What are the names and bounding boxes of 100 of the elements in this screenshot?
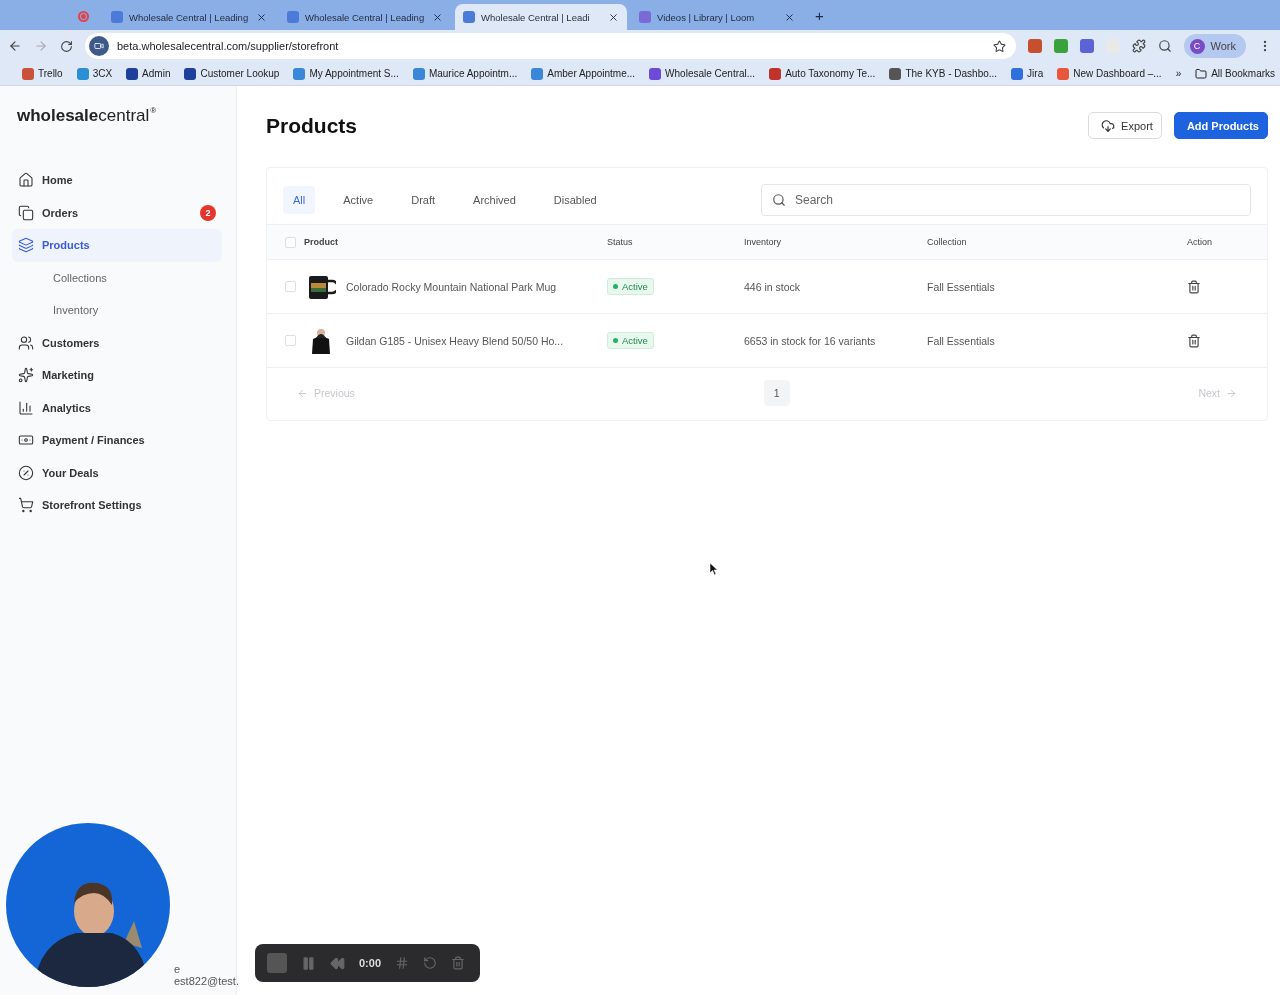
- bookmark[interactable]: New Dashboard –...: [1057, 67, 1162, 80]
- recording-icon: [78, 11, 89, 22]
- new-tab-button[interactable]: +: [815, 7, 824, 24]
- delete-icon[interactable]: [1187, 333, 1201, 348]
- extension-icon[interactable]: [1053, 39, 1068, 53]
- profile-button[interactable]: C Work: [1183, 34, 1246, 58]
- favicon-icon: [126, 67, 139, 80]
- sidebar-item[interactable]: Orders 2: [12, 196, 222, 229]
- bookmark[interactable]: Customer Lookup: [184, 67, 280, 80]
- bookmark[interactable]: Wholesale Central...: [649, 67, 756, 80]
- add-products-button[interactable]: Add Products: [1173, 112, 1268, 139]
- arrow-right-icon: [1226, 387, 1237, 399]
- bookmark[interactable]: Amber Appointme...: [531, 67, 636, 80]
- column-header: Action: [1187, 237, 1212, 247]
- page-title: Products: [266, 113, 358, 138]
- favicon-icon: [184, 67, 197, 80]
- bookmark[interactable]: Trello: [22, 67, 63, 80]
- cursor-icon: [710, 563, 718, 575]
- sidebar-item[interactable]: Marketing: [12, 359, 222, 392]
- camera-icon: [89, 36, 109, 56]
- star-icon[interactable]: [992, 39, 1006, 53]
- pause-icon[interactable]: [301, 955, 316, 971]
- favicon-icon: [463, 11, 475, 23]
- row-checkbox[interactable]: [285, 281, 296, 292]
- sidebar-item[interactable]: Customers: [12, 326, 222, 359]
- bookmark[interactable]: Auto Taxonomy Te...: [769, 67, 876, 80]
- bookmark[interactable]: The KYB - Dashbo...: [889, 67, 998, 80]
- grid-icon[interactable]: [395, 956, 410, 970]
- nav-icon: [18, 464, 34, 481]
- search-field[interactable]: Search: [761, 184, 1251, 216]
- filter-tab[interactable]: Archived: [463, 186, 526, 214]
- close-icon[interactable]: [432, 11, 443, 23]
- browser-tab[interactable]: Wholesale Central | Leading: [279, 4, 451, 30]
- restart-icon[interactable]: [423, 956, 438, 970]
- favicon-icon: [531, 67, 544, 80]
- nav-icon: [18, 334, 34, 351]
- bookmark[interactable]: My Appointment S...: [293, 67, 399, 80]
- favicon-icon: [111, 11, 123, 23]
- tab-title: Videos | Library | Loom: [657, 11, 756, 23]
- filter-tab[interactable]: Active: [333, 186, 384, 214]
- select-all-checkbox[interactable]: [285, 236, 296, 248]
- sidebar-item[interactable]: Payment / Finances: [12, 424, 222, 457]
- close-icon[interactable]: [784, 11, 795, 23]
- close-icon[interactable]: [608, 11, 619, 23]
- filter-tab[interactable]: Disabled: [543, 186, 607, 214]
- all-bookmarks[interactable]: All Bookmarks: [1195, 67, 1276, 80]
- nav-icon: [18, 172, 34, 189]
- sidebar-item[interactable]: Inventory: [12, 294, 222, 327]
- nav-icon: [18, 497, 34, 514]
- browser-tab[interactable]: Videos | Library | Loom: [631, 4, 803, 30]
- tab-title: Wholesale Central | Leading: [129, 11, 250, 23]
- rewind-icon[interactable]: [330, 955, 345, 971]
- nav-icon: [18, 237, 34, 254]
- favicon-icon: [639, 11, 651, 23]
- address-bar[interactable]: beta.wholesalecentral.com/supplier/storefront: [85, 33, 1016, 59]
- extension-icon[interactable]: [1079, 39, 1094, 53]
- table-cell-text: Fall Essentials: [927, 280, 996, 293]
- favicon-icon: [287, 11, 299, 23]
- filter-tab[interactable]: All: [283, 186, 316, 214]
- export-button[interactable]: Export: [1088, 112, 1162, 139]
- favicon-icon: [1011, 67, 1024, 80]
- sidebar-item[interactable]: Collections: [12, 261, 222, 294]
- delete-icon[interactable]: [1187, 279, 1201, 294]
- favicon-icon: [1057, 67, 1070, 80]
- close-icon[interactable]: [256, 11, 267, 23]
- search-icon[interactable]: [1157, 39, 1172, 53]
- favicon-icon: [769, 67, 782, 80]
- logo: wholesalecentral®: [17, 106, 158, 126]
- trash-icon[interactable]: [451, 956, 466, 970]
- sidebar-item[interactable]: Your Deals: [12, 456, 222, 489]
- favicon-icon: [889, 67, 902, 80]
- bookmark[interactable]: 3CX: [76, 67, 113, 80]
- user-name: e: [174, 963, 182, 975]
- sidebar-item[interactable]: Products: [12, 229, 222, 262]
- search-icon: [772, 193, 786, 207]
- favicon-icon: [293, 67, 306, 80]
- sidebar-item[interactable]: Analytics: [12, 391, 222, 424]
- sidebar-item[interactable]: Home: [12, 164, 222, 197]
- folder-icon: [1195, 67, 1208, 80]
- filter-tab[interactable]: Draft: [401, 186, 446, 214]
- bookmark[interactable]: Admin: [126, 67, 171, 80]
- reload-icon[interactable]: [60, 39, 73, 53]
- count-badge: 2: [200, 204, 216, 221]
- column-header: Product: [304, 237, 338, 247]
- bookmark[interactable]: Maurice Appointm...: [412, 67, 518, 80]
- extension-icon[interactable]: [1027, 39, 1042, 53]
- puzzle-icon[interactable]: [1131, 39, 1146, 53]
- nav-icon: [18, 367, 34, 384]
- tab-title: Wholesale Central | Leading: [305, 11, 426, 23]
- sidebar-item[interactable]: Storefront Settings: [12, 489, 222, 522]
- product-name: Colorado Rocky Mountain National Park Mug: [346, 280, 557, 293]
- row-checkbox[interactable]: [285, 335, 296, 346]
- page-button[interactable]: 1: [763, 380, 790, 406]
- status-badge: Active: [607, 332, 654, 349]
- browser-tab[interactable]: Wholesale Central | Leading: [103, 4, 275, 30]
- bookmark[interactable]: Jira: [1011, 67, 1044, 80]
- more-bookmarks-button[interactable]: »: [1175, 68, 1182, 79]
- browser-tab[interactable]: Wholesale Central | Leadi: [455, 4, 627, 30]
- cloud-icon: [1101, 118, 1116, 133]
- back-icon[interactable]: [8, 39, 22, 53]
